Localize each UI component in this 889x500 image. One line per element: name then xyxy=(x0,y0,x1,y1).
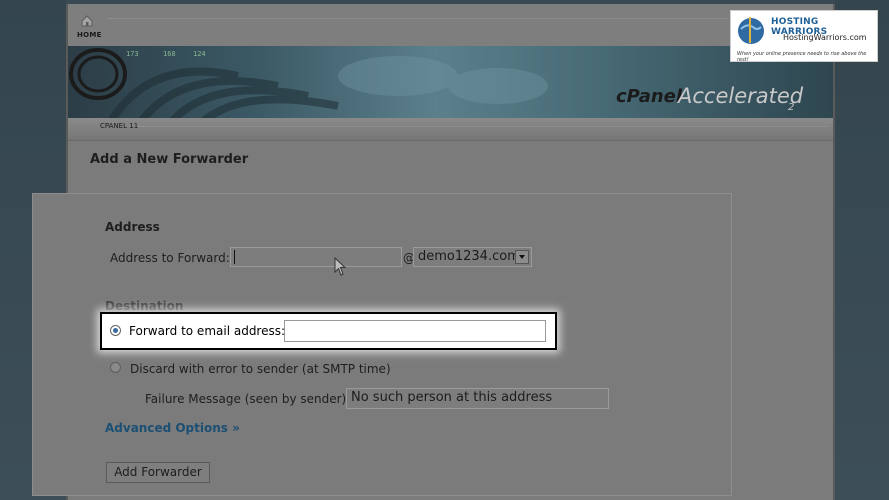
discard-radio[interactable] xyxy=(110,362,121,373)
accelerated-label: Accelerated xyxy=(678,84,804,108)
watermark-url: HostingWarriors.com xyxy=(783,33,867,42)
version-label: 2 xyxy=(788,102,795,113)
forward-to-email-row: Forward to email address: xyxy=(100,312,557,350)
svg-text:124: 124 xyxy=(193,50,206,58)
background-right xyxy=(835,0,889,500)
add-forwarder-button[interactable]: Add Forwarder xyxy=(106,462,210,483)
discard-label: Discard with error to sender (at SMTP ti… xyxy=(130,362,391,376)
cpanel-logo-icon xyxy=(69,48,127,100)
home-icon[interactable] xyxy=(80,14,94,28)
forward-radio[interactable] xyxy=(110,325,121,336)
divider xyxy=(138,126,828,127)
page-title: Add a New Forwarder xyxy=(90,152,249,167)
cpanel-logo-text: cPanel xyxy=(616,86,683,107)
address-section-title: Address xyxy=(105,220,160,234)
forward-to-email-label: Forward to email address: xyxy=(129,324,286,338)
globe-logo-icon xyxy=(738,17,764,44)
advanced-options-link[interactable]: Advanced Options » xyxy=(105,421,240,435)
address-to-forward-label: Address to Forward: xyxy=(110,251,230,265)
domain-select[interactable]: demo1234.com xyxy=(413,247,532,267)
watermark-tagline: When your online presence needs to rise … xyxy=(737,51,867,63)
divider xyxy=(108,18,728,19)
hosting-warriors-watermark: HOSTING WARRIORS HostingWarriors.com Whe… xyxy=(730,10,878,63)
top-bar: HOME xyxy=(68,4,833,46)
home-link[interactable]: HOME xyxy=(77,31,102,39)
text-caret xyxy=(234,250,235,264)
chevron-down-icon[interactable] xyxy=(515,250,529,264)
failure-message-input[interactable]: No such person at this address xyxy=(346,388,609,409)
domain-select-value: demo1234.com xyxy=(418,249,520,264)
cpanel-banner: 173 168 124 cPanel Accelerated 2 xyxy=(68,46,833,118)
mouse-cursor-icon xyxy=(334,257,347,276)
destination-section-title: Destination xyxy=(105,299,184,313)
breadcrumb[interactable]: CPANEL 11 xyxy=(100,122,138,130)
address-to-forward-input[interactable] xyxy=(230,247,402,267)
sub-navigation: CPANEL 11 xyxy=(68,118,833,141)
svg-text:168: 168 xyxy=(163,50,176,58)
forward-to-email-input[interactable] xyxy=(284,320,546,342)
failure-message-label: Failure Message (seen by sender): xyxy=(145,392,351,406)
